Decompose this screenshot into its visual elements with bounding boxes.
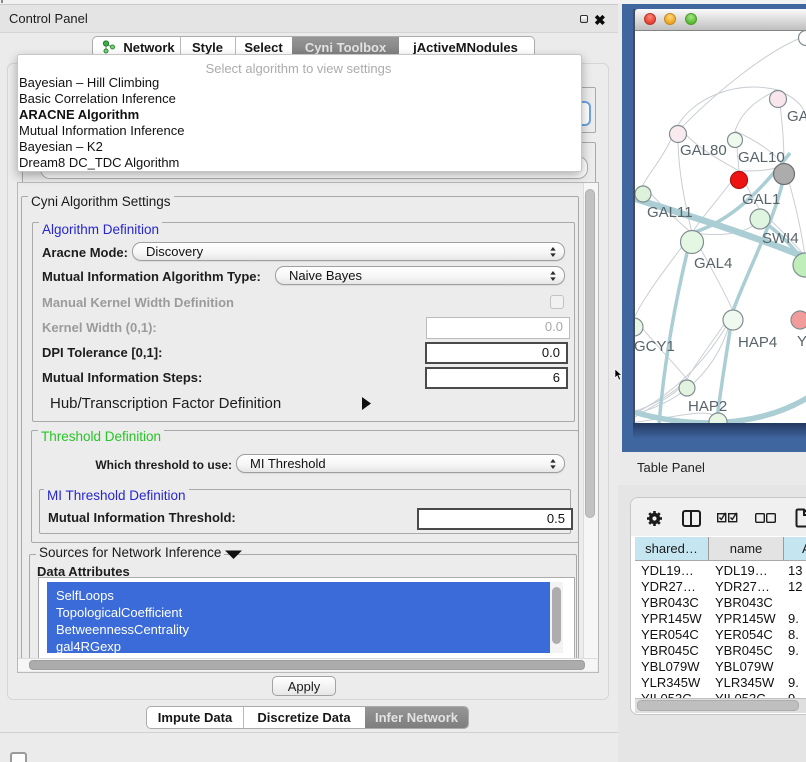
svg-text:GAL80: GAL80 [680,142,727,159]
svg-text:Y: Y [797,333,806,350]
svg-text:GAL11: GAL11 [647,204,693,221]
svg-text:HAP2: HAP2 [688,398,727,415]
svg-text:GCY1: GCY1 [635,338,675,355]
svg-text:GAL10: GAL10 [738,149,785,166]
svg-text:SWI4: SWI4 [762,230,799,247]
svg-text:GAL1: GAL1 [742,191,780,208]
svg-text:GAL: GAL [787,108,806,125]
svg-text:GAL4: GAL4 [694,255,732,272]
svg-text:HAP4: HAP4 [738,334,777,351]
